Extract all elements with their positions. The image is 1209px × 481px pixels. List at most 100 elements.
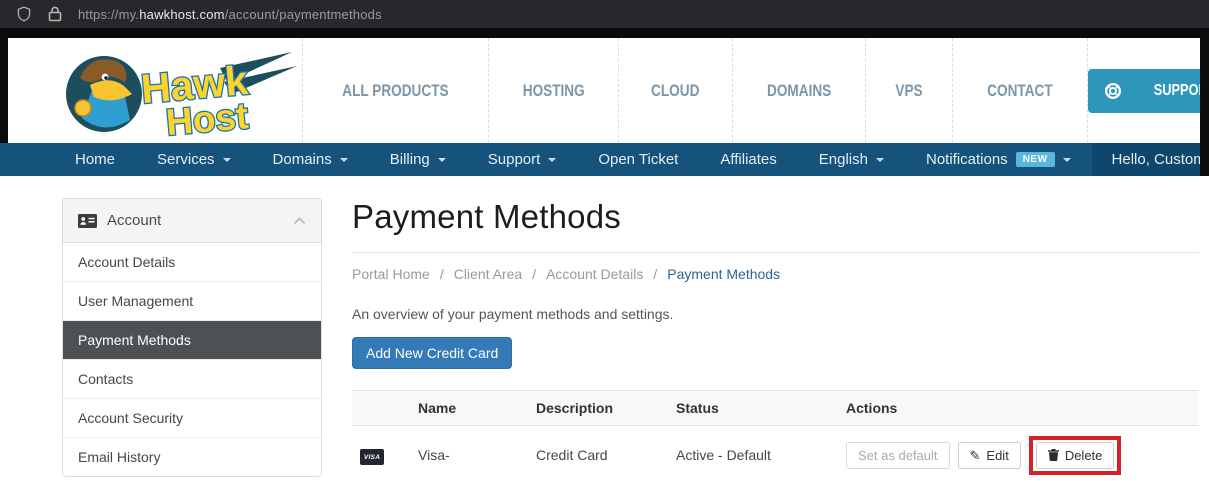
top-menu-label: VPS bbox=[895, 81, 922, 101]
breadcrumb-client-area[interactable]: Client Area bbox=[454, 266, 522, 282]
pencil-icon: ✎ bbox=[970, 449, 981, 462]
nav-label: Affiliates bbox=[720, 151, 776, 168]
breadcrumb-portal-home[interactable]: Portal Home bbox=[352, 266, 430, 282]
logo-word-host: Host bbox=[164, 95, 249, 140]
top-menu-label: ALL PRODUCTS bbox=[342, 81, 448, 101]
caret-down-icon bbox=[438, 158, 446, 162]
nav-domains[interactable]: Domains bbox=[252, 143, 369, 176]
sidebar-item-contacts[interactable]: Contacts bbox=[63, 360, 321, 399]
table-header-name: Name bbox=[410, 390, 528, 425]
browser-url-bar: https://my.hawkhost.com/account/paymentm… bbox=[0, 0, 1209, 28]
navbar-right-group: English Notifications NEW Hello, Customer… bbox=[798, 143, 1209, 176]
nav-support[interactable]: Support bbox=[467, 143, 578, 176]
breadcrumb-account-details[interactable]: Account Details bbox=[546, 266, 643, 282]
card-name-cell: Visa- bbox=[410, 425, 528, 481]
sidebar-header-label: Account bbox=[107, 212, 161, 229]
visa-card-icon: VISA bbox=[360, 449, 384, 465]
nav-label: Notifications bbox=[926, 151, 1008, 168]
table-header-row: Name Description Status Actions bbox=[352, 390, 1199, 425]
top-menu-all-products[interactable]: ALL PRODUCTS bbox=[302, 38, 488, 143]
nav-open-ticket[interactable]: Open Ticket bbox=[577, 143, 699, 176]
url-domain: hawkhost.com bbox=[139, 7, 225, 22]
nav-services[interactable]: Services bbox=[136, 143, 252, 176]
right-edge-strip bbox=[1200, 28, 1209, 176]
nav-home[interactable]: Home bbox=[54, 143, 136, 176]
overview-text: An overview of your payment methods and … bbox=[352, 306, 1199, 322]
left-edge-strip bbox=[0, 28, 8, 143]
top-menu-label: HOSTING bbox=[523, 81, 585, 101]
nav-label: Billing bbox=[390, 151, 430, 168]
new-badge: NEW bbox=[1016, 152, 1055, 167]
nav-user-menu[interactable]: Hello, Customer! bbox=[1092, 143, 1209, 176]
top-menu-vps[interactable]: VPS bbox=[865, 38, 952, 143]
shield-icon[interactable] bbox=[16, 6, 32, 22]
breadcrumb-separator: / bbox=[440, 266, 444, 282]
nav-label: English bbox=[819, 151, 868, 168]
lock-icon[interactable] bbox=[48, 6, 62, 22]
nav-affiliates[interactable]: Affiliates bbox=[699, 143, 797, 176]
main-navbar: Home Services Domains Billing Support Op… bbox=[0, 143, 1209, 176]
top-menu-label: DOMAINS bbox=[767, 81, 831, 101]
url-text[interactable]: https://my.hawkhost.com/account/paymentm… bbox=[78, 7, 382, 22]
caret-down-icon bbox=[1063, 158, 1071, 162]
sidebar-item-payment-methods[interactable]: Payment Methods bbox=[63, 321, 321, 360]
edit-button[interactable]: ✎ Edit bbox=[958, 442, 1021, 469]
top-menu-label: CLOUD bbox=[651, 81, 699, 101]
nav-label: Support bbox=[488, 151, 541, 168]
table-header-actions: Actions bbox=[838, 390, 1199, 425]
set-as-default-button[interactable]: Set as default bbox=[846, 442, 950, 469]
card-status-cell: Active - Default bbox=[668, 425, 838, 481]
hawkhost-logo[interactable]: Hawk Host bbox=[52, 38, 302, 143]
delete-button[interactable]: Delete bbox=[1036, 442, 1115, 469]
breadcrumb-separator: / bbox=[653, 266, 657, 282]
nav-label: Hello, Customer! bbox=[1112, 151, 1209, 168]
caret-down-icon bbox=[223, 158, 231, 162]
sidebar-item-email-history[interactable]: Email History bbox=[63, 438, 321, 476]
url-prefix: https://my. bbox=[78, 7, 139, 22]
main-content: Payment Methods Portal Home / Client Are… bbox=[352, 198, 1199, 481]
breadcrumb-current: Payment Methods bbox=[667, 266, 780, 282]
table-header-status: Status bbox=[668, 390, 838, 425]
caret-down-icon bbox=[876, 158, 884, 162]
table-header-icon-col bbox=[352, 390, 410, 425]
url-path: /account/paymentmethods bbox=[225, 7, 382, 22]
top-menu: ALL PRODUCTS HOSTING CLOUD DOMAINS VPS C… bbox=[302, 38, 1088, 143]
sidebar-account-panel: Account Account Details User Management … bbox=[62, 198, 322, 477]
top-menu-contact[interactable]: CONTACT bbox=[952, 38, 1088, 143]
support-client-area-button[interactable]: SUPPORT AND CLIENT AREA bbox=[1088, 69, 1209, 113]
card-icon-cell: VISA bbox=[352, 425, 410, 481]
card-description-cell: Credit Card bbox=[528, 425, 668, 481]
trash-icon bbox=[1048, 449, 1059, 461]
caret-down-icon bbox=[548, 158, 556, 162]
nav-label: Open Ticket bbox=[598, 151, 678, 168]
actions-cell: Set as default ✎ Edit Delete bbox=[846, 436, 1191, 475]
table-header-description: Description bbox=[528, 390, 668, 425]
top-menu-label: CONTACT bbox=[987, 81, 1052, 101]
sidebar-item-account-security[interactable]: Account Security bbox=[63, 399, 321, 438]
life-ring-icon bbox=[1104, 82, 1122, 100]
hawk-mascot-icon: Hawk Host bbox=[52, 42, 302, 140]
add-new-credit-card-button[interactable]: Add New Credit Card bbox=[352, 337, 512, 369]
top-menu-hosting[interactable]: HOSTING bbox=[488, 38, 618, 143]
nav-label: Services bbox=[157, 151, 215, 168]
breadcrumb: Portal Home / Client Area / Account Deta… bbox=[352, 266, 1199, 282]
nav-notifications-menu[interactable]: Notifications NEW bbox=[905, 143, 1092, 176]
top-menu-cloud[interactable]: CLOUD bbox=[618, 38, 731, 143]
delete-button-label: Delete bbox=[1065, 448, 1103, 463]
chevron-up-icon bbox=[293, 212, 306, 229]
nav-label: Domains bbox=[273, 151, 332, 168]
sidebar-item-account-details[interactable]: Account Details bbox=[63, 243, 321, 282]
page-body: Account Account Details User Management … bbox=[0, 176, 1209, 481]
nav-language-menu[interactable]: English bbox=[798, 143, 905, 176]
page-title: Payment Methods bbox=[352, 198, 1199, 253]
edit-button-label: Edit bbox=[986, 448, 1008, 463]
top-black-band bbox=[0, 28, 1209, 38]
caret-down-icon bbox=[340, 158, 348, 162]
top-menu-domains[interactable]: DOMAINS bbox=[732, 38, 865, 143]
nav-label: Home bbox=[75, 151, 115, 168]
sidebar-header-account[interactable]: Account bbox=[63, 199, 321, 243]
id-card-icon bbox=[78, 214, 97, 228]
payment-methods-table: Name Description Status Actions VISA Vis… bbox=[352, 390, 1199, 481]
nav-billing[interactable]: Billing bbox=[369, 143, 467, 176]
sidebar-item-user-management[interactable]: User Management bbox=[63, 282, 321, 321]
